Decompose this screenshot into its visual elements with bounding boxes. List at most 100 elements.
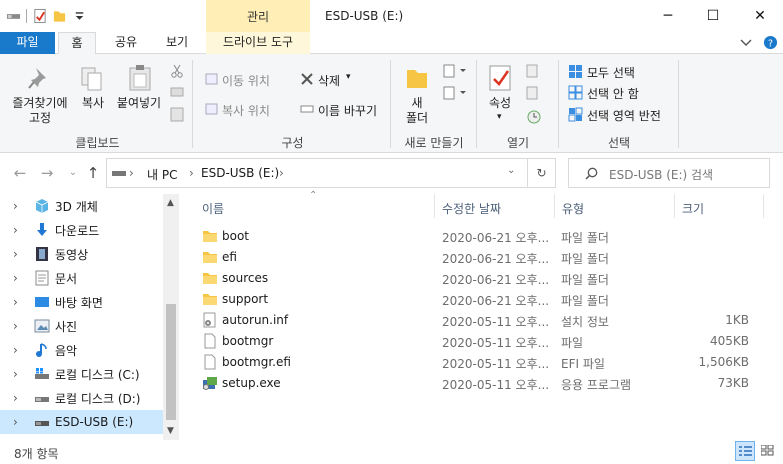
copy-to-button[interactable]: 복사 위치	[222, 102, 270, 119]
new-folder-icon[interactable]	[52, 8, 67, 24]
breadcrumb-chevron-icon[interactable]: ›	[279, 166, 284, 180]
tab-home[interactable]: 홈	[58, 32, 96, 55]
open-icon[interactable]	[526, 64, 542, 78]
expand-chevron-icon[interactable]: ›	[0, 415, 34, 429]
breadcrumb-chevron-icon[interactable]: ›	[129, 166, 134, 180]
nav-item-local-disk-c[interactable]: › 로컬 디스크 (C:)	[0, 362, 163, 386]
nav-item-videos[interactable]: › 동영상	[0, 242, 163, 266]
search-box[interactable]: ESD-USB (E:) 검색	[568, 158, 770, 188]
file-row[interactable]: bootmgr.efi 2020-05-11 오후... EFI 파일 1,50…	[194, 352, 764, 373]
address-bar[interactable]: › 내 PC › ESD-USB (E:) › ⌄	[106, 158, 528, 188]
details-view-button[interactable]	[735, 441, 755, 461]
column-separator[interactable]	[554, 194, 555, 218]
folder-icon	[203, 252, 217, 263]
expand-chevron-icon[interactable]: ›	[0, 391, 34, 405]
expand-chevron-icon[interactable]: ›	[0, 367, 34, 381]
tab-view[interactable]: 보기	[155, 32, 199, 54]
forward-arrow-icon[interactable]: →	[37, 163, 57, 183]
invert-selection-button[interactable]: 선택 영역 반전	[587, 107, 661, 124]
expand-chevron-icon[interactable]: ›	[0, 295, 34, 309]
ribbon-tabs: 파일 홈 공유 보기 드라이브 도구 ?	[0, 32, 783, 55]
file-row[interactable]: autorun.inf 2020-05-11 오후... 설치 정보 1KB	[194, 310, 764, 331]
scrollbar-thumb[interactable]	[166, 304, 176, 420]
properties-check-icon[interactable]	[32, 8, 47, 24]
maximize-button[interactable]: ☐	[690, 0, 736, 32]
file-row[interactable]: boot 2020-06-21 오후... 파일 폴더	[194, 226, 764, 247]
file-date: 2020-05-11 오후...	[442, 378, 550, 392]
nav-item-label: ESD-USB (E:)	[55, 415, 134, 429]
large-icons-view-button[interactable]	[758, 441, 778, 461]
paste-shortcut-icon[interactable]	[170, 106, 184, 122]
column-header-name[interactable]: 이름	[202, 200, 224, 217]
select-none-button[interactable]: 선택 안 함	[587, 85, 639, 102]
nav-item-documents[interactable]: › 문서	[0, 266, 163, 290]
help-icon[interactable]: ?	[763, 35, 778, 50]
paste-button[interactable]: 붙여넣기	[113, 96, 165, 111]
file-row[interactable]: efi 2020-06-21 오후... 파일 폴더	[194, 247, 764, 268]
expand-chevron-icon[interactable]: ›	[0, 319, 34, 333]
file-row[interactable]: bootmgr 2020-05-11 오후... 파일 405KB	[194, 331, 764, 352]
nav-item-downloads[interactable]: › 다운로드	[0, 218, 163, 242]
delete-button[interactable]: 삭제	[318, 72, 340, 89]
tab-file[interactable]: 파일	[0, 32, 55, 54]
expand-chevron-icon[interactable]: ›	[0, 199, 34, 213]
minimize-button[interactable]: ─	[645, 0, 691, 32]
breadcrumb-this-pc[interactable]: 내 PC	[147, 166, 177, 183]
new-item-icon[interactable]	[443, 64, 467, 78]
pin-to-quick-access-button[interactable]: 즐겨찾기에 고정	[6, 96, 74, 126]
column-separator[interactable]	[434, 194, 435, 218]
move-to-button[interactable]: 이동 위치	[222, 72, 270, 89]
nav-item-music[interactable]: › 음악	[0, 338, 163, 362]
nav-item-desktop[interactable]: › 바탕 화면	[0, 290, 163, 314]
navigation-pane: › 3D 개체 › 다운로드 › 동영상 › 문서 › 바탕 화면 › 사진 ›…	[0, 194, 178, 440]
copy-button[interactable]: 복사	[79, 96, 107, 111]
back-arrow-icon[interactable]: ←	[10, 163, 30, 183]
column-header-size[interactable]: 크기	[682, 200, 704, 217]
address-dropdown-chevron-icon[interactable]: ⌄	[507, 165, 515, 176]
recent-locations-chevron-icon[interactable]: ⌄	[63, 163, 83, 183]
file-row[interactable]: setup.exe 2020-05-11 오후... 응용 프로그램 73KB	[194, 373, 764, 394]
group-label-open: 열기	[506, 136, 530, 150]
up-arrow-icon[interactable]: ↑	[83, 163, 103, 183]
file-row[interactable]: sources 2020-06-21 오후... 파일 폴더	[194, 268, 764, 289]
chevron-down-icon[interactable]: ▾	[497, 112, 502, 122]
chevron-down-icon[interactable]	[72, 8, 87, 24]
column-separator[interactable]	[763, 194, 764, 218]
edit-icon[interactable]	[526, 86, 542, 100]
nav-item-3d-objects[interactable]: › 3D 개체	[0, 194, 163, 218]
nav-item-esd-usb[interactable]: › ESD-USB (E:)	[0, 410, 163, 434]
cut-scissors-icon[interactable]	[170, 64, 184, 78]
properties-button[interactable]: 속성	[484, 96, 516, 111]
column-header-date[interactable]: 수정한 날짜	[442, 200, 501, 217]
tab-share[interactable]: 공유	[104, 32, 148, 54]
column-header-type[interactable]: 유형	[562, 200, 584, 217]
close-button[interactable]: ✕	[737, 0, 783, 32]
history-clock-icon[interactable]	[526, 109, 542, 125]
file-row[interactable]: support 2020-06-21 오후... 파일 폴더	[194, 289, 764, 310]
delete-x-icon	[301, 73, 313, 85]
rename-button[interactable]: 이름 바꾸기	[318, 102, 377, 119]
expand-chevron-icon[interactable]: ›	[0, 343, 34, 357]
nav-item-pictures[interactable]: › 사진	[0, 314, 163, 338]
expand-chevron-icon[interactable]: ›	[0, 271, 34, 285]
select-all-button[interactable]: 모두 선택	[587, 64, 635, 81]
nav-item-label: 3D 개체	[55, 199, 98, 214]
invert-selection-icon	[568, 107, 583, 122]
chevron-down-icon[interactable]	[740, 38, 752, 48]
tab-drive-tools[interactable]: 드라이브 도구	[206, 32, 310, 54]
scroll-down-chevron-icon[interactable]: ▼	[167, 426, 174, 436]
drive-icon[interactable]	[6, 8, 21, 24]
nav-pane-scrollbar[interactable]: ▲ ▼	[163, 194, 179, 440]
expand-chevron-icon[interactable]: ›	[0, 223, 34, 237]
breadcrumb-chevron-icon[interactable]: ›	[189, 166, 194, 180]
nav-item-local-disk-d[interactable]: › 로컬 디스크 (D:)	[0, 386, 163, 410]
copy-path-icon[interactable]	[170, 86, 184, 98]
scroll-up-chevron-icon[interactable]: ▲	[167, 198, 174, 208]
easy-access-icon[interactable]	[443, 86, 467, 100]
new-folder-button[interactable]: 새 폴더	[400, 96, 434, 126]
refresh-button[interactable]: ↻	[527, 158, 556, 188]
breadcrumb-esd-usb[interactable]: ESD-USB (E:)	[201, 166, 279, 180]
chevron-down-icon[interactable]: ▾	[346, 72, 351, 82]
column-separator[interactable]	[674, 194, 675, 218]
expand-chevron-icon[interactable]: ›	[0, 247, 34, 261]
